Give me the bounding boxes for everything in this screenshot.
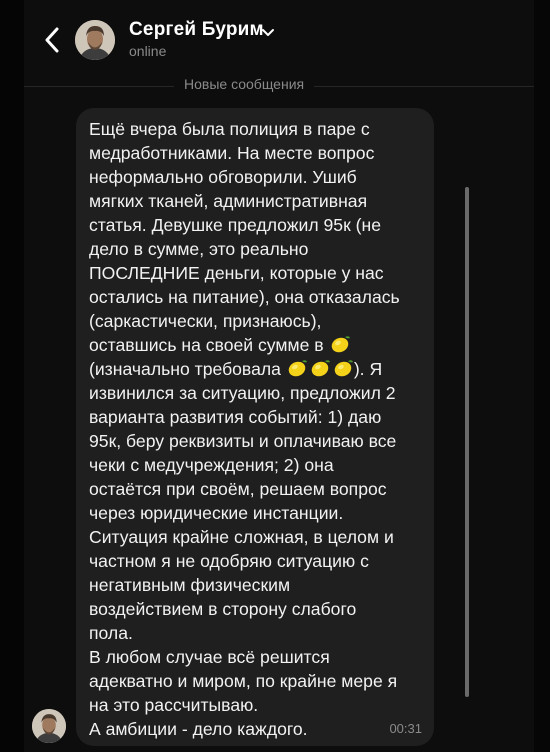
message-line: через юридические инстанции. [89,503,344,523]
lemon-emoji-icon [311,360,330,377]
message-text[interactable]: Ещё вчера была полиция в паре с медработ… [89,117,429,741]
message-fragment: (изначально требовала [89,359,281,379]
lemon-emoji-icon [331,336,350,353]
message-line: воздействием в сторону слабого [89,599,357,619]
new-messages-label: Новые сообщения [174,76,315,92]
person-photo-icon [32,709,66,743]
lemon-emoji-group [329,333,351,355]
message-line: ПОСЛЕДНИЕ деньги, которые у нас [89,263,384,283]
message-line: мягких тканей, административная [89,191,368,211]
message-line: Ещё вчера была полиция в паре с [89,119,370,139]
message-line: извинился за ситуацию, предложил 2 [89,383,396,403]
left-edge [0,0,24,752]
message-fragment: ). Я [353,359,383,379]
message-line: чеки с медучреждения; 2) она [89,455,334,475]
online-status: online [129,43,167,59]
message-bubble[interactable]: Ещё вчера была полиция в паре с медработ… [76,108,434,746]
message-line: частном я не одобряю ситуацию с [89,551,369,571]
message-line: дело в сумме, это реально [89,239,309,259]
message-line: А амбиции - дело каждого. [89,719,308,739]
message-line: остаётся при своём, решаем вопрос [89,479,387,499]
message-line: пола. [89,623,133,643]
right-edge [534,0,550,752]
message-line: на это рассчитываю. [89,695,259,715]
message-line: (саркастически, признаюсь), [89,311,322,331]
person-photo-icon [75,20,115,60]
message-line: В любом случае всё решится [89,647,330,667]
message-line: 95к, беру реквизиты и оплачиваю все [89,431,397,451]
message-line: негативным физическим [89,575,291,595]
contact-name[interactable]: Сергей Бурим [129,19,264,41]
message-line-with-emoji: (изначально требовала ). Я [89,357,429,381]
message-line: варианта развития событий: 1) даю [89,407,382,427]
message-line-with-emoji: оставшись на своей сумме в [89,333,429,357]
lemon-emoji-group [286,357,354,379]
sender-avatar[interactable] [32,709,66,743]
message-line: неформально обговорили. Ушиб [89,167,357,187]
message-time: 00:31 [389,721,422,736]
message-fragment: оставшись на своей сумме в [89,335,324,355]
message-line: остались на питание), она отказалась [89,287,400,307]
scrollbar-thumb[interactable] [465,187,469,697]
lemon-emoji-icon [334,360,353,377]
lemon-emoji-icon [288,360,307,377]
chevron-left-icon [45,27,59,53]
message-line: адекватно и миром, по крайне мере я [89,671,398,691]
scrollbar[interactable] [465,95,469,745]
contact-avatar[interactable] [75,20,115,60]
chat-header: Сергей Бурим online [24,0,534,78]
chevron-down-icon[interactable] [260,24,276,40]
message-line: медработниками. На месте вопрос [89,143,375,163]
message-line: статья. Девушке предложил 95к (не [89,215,382,235]
chat-screen: Сергей Бурим online Новые сообщения Ещё … [0,0,550,752]
message-line: Ситуация крайне сложная, в целом и [89,527,394,547]
back-button[interactable] [34,20,70,60]
